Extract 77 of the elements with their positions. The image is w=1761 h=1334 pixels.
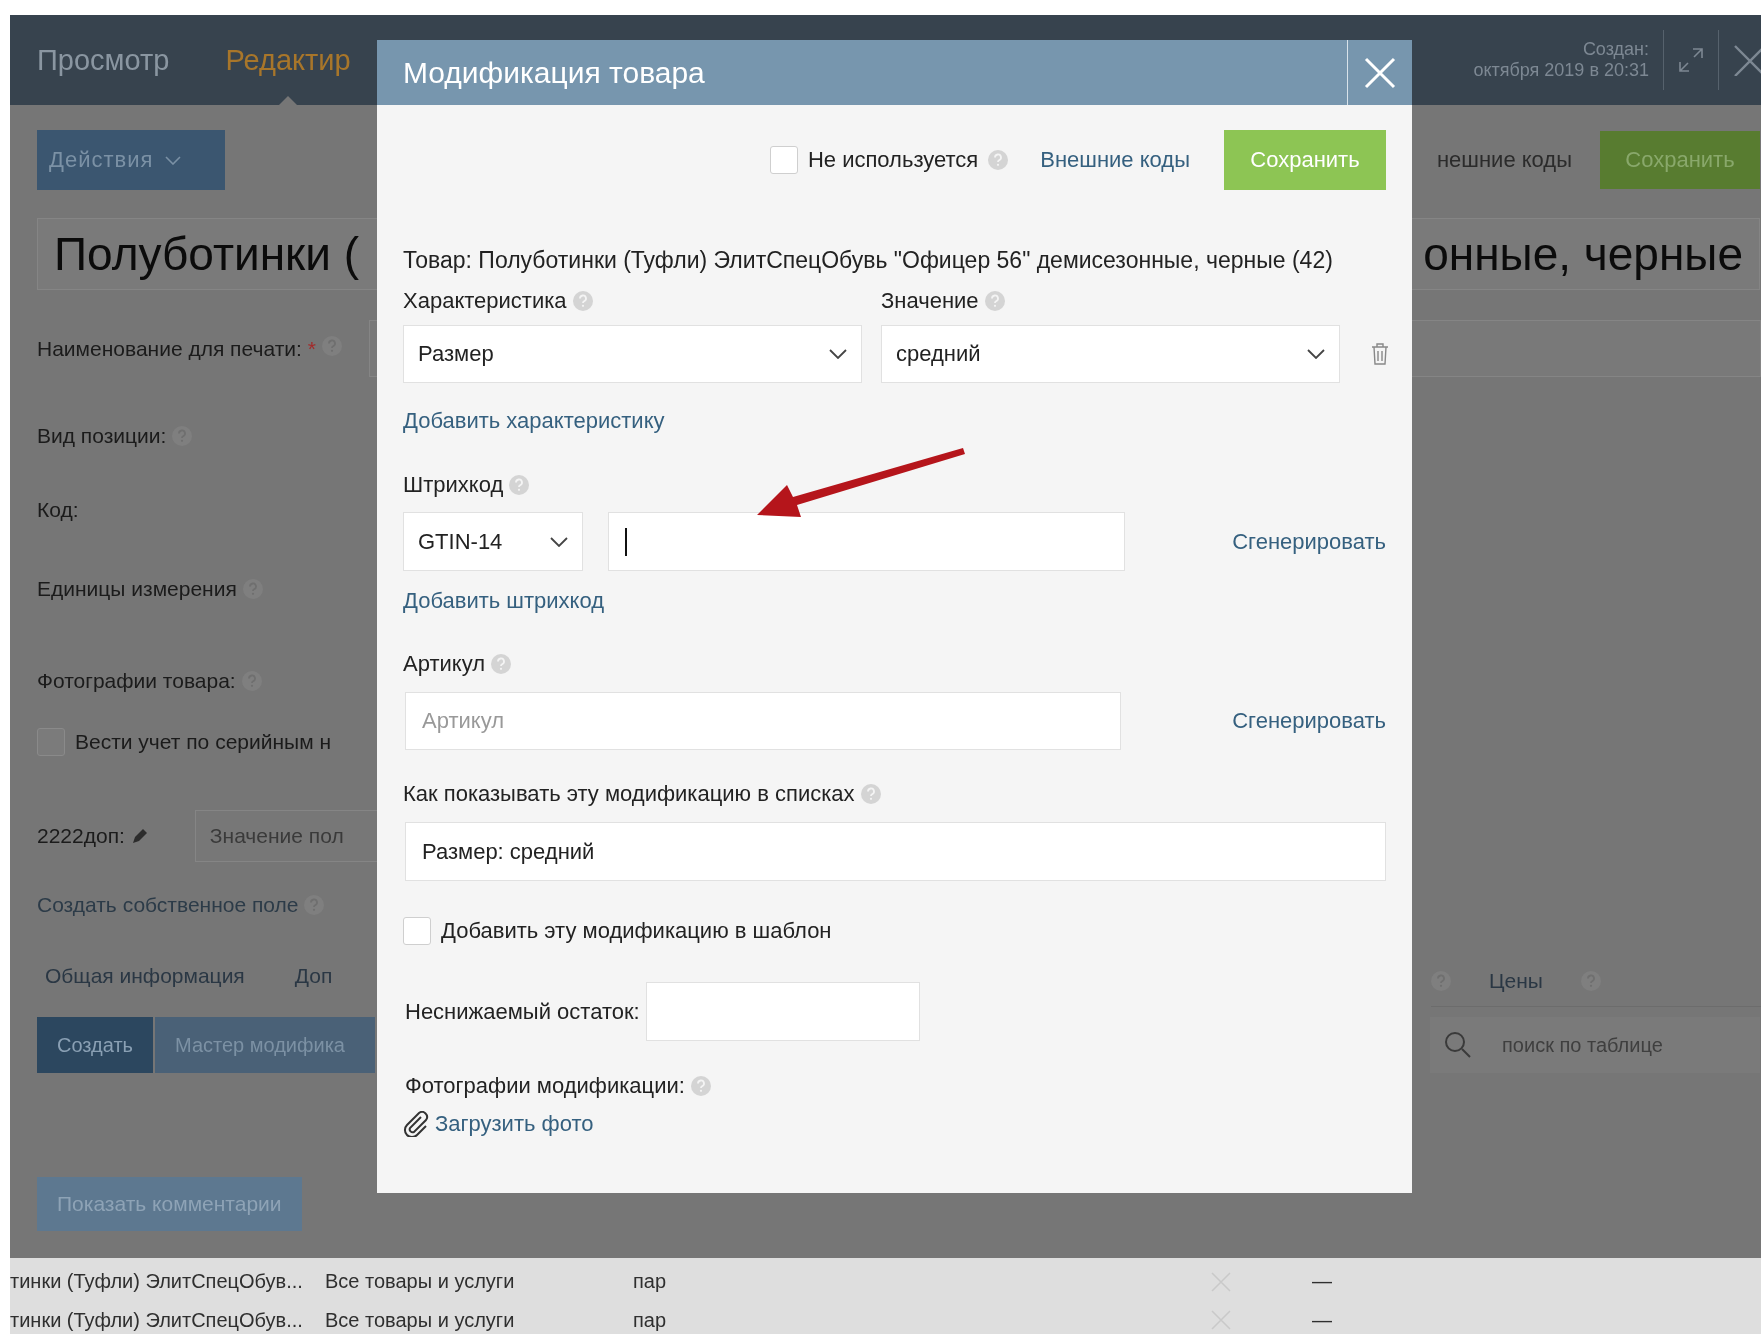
checkbox-label: Добавить эту модификацию в шаблон [441,918,832,944]
search-placeholder: поиск по таблице [1502,1033,1663,1057]
table-cell-text: пар [633,1309,668,1332]
field-label: Фотографии модификации: [405,1073,685,1099]
field-label: Неснижаемый остаток: [405,998,640,1025]
min-stock-input[interactable] [645,982,920,1041]
list-display-input[interactable]: Размер: средний [405,822,1386,881]
field-label: Фотографии товара: [37,669,236,693]
table-cell-text: Все товары и услуги [325,1309,516,1332]
article-input[interactable]: Артикул [405,692,1121,750]
table-cell-text: тинки (Туфли) ЭлитСпецОбув... [10,1270,304,1293]
chevron-down-icon [550,536,568,547]
help-icon[interactable] [509,475,530,495]
field-label: Код: [37,498,79,522]
help-icon[interactable] [988,150,1009,170]
field-label: Как показывать эту модификацию в списках [403,781,855,807]
field-label: Характеристика [403,288,567,314]
help-icon[interactable] [491,654,512,674]
trash-icon[interactable] [1371,342,1389,366]
upload-photo-link[interactable]: Загрузить фото [435,1111,594,1137]
checkbox-label: Вести учет по серийным н [75,730,331,754]
title-text: онные, черные [1423,227,1743,281]
paperclip-icon [403,1111,431,1137]
table-cell: — [1312,1309,1332,1332]
help-icon[interactable] [690,1076,711,1096]
table-cell: — [1312,1270,1332,1293]
required-mark: * [307,337,316,361]
section-tab[interactable]: Цены [1489,968,1543,993]
dialog-title: Модификация товара [402,55,705,90]
create-field-link[interactable]: Создать собственное поле [37,893,299,917]
create-button[interactable]: Создать [37,1017,153,1073]
close-icon[interactable] [1733,44,1761,76]
field-label: Значение [881,288,979,314]
external-codes-link[interactable]: Внешние коды [1040,147,1190,173]
field-label: Вид позиции: [37,424,167,448]
product-name-text: Товар: Полуботинки (Туфли) ЭлитСпецОбувь "Офицер 56" демисезонные, черные (42) [403,246,1334,275]
add-barcode-link[interactable]: Добавить штрихкод [403,588,605,613]
field-label: Наименование для печати: [37,337,302,361]
checkbox[interactable] [403,917,431,945]
barcode-input[interactable] [608,512,1125,571]
title-text: Полуботинки ( [54,227,359,281]
close-icon [1364,56,1396,89]
pencil-icon[interactable] [130,827,149,845]
characteristic-select[interactable]: Размер [403,325,862,383]
field-label: Единицы измерения [37,577,237,601]
checkbox-label: Не используется [807,147,979,173]
help-icon[interactable] [984,291,1005,311]
table-search-field[interactable]: поиск по таблице [1430,1017,1760,1073]
external-codes-link[interactable]: нешние коды [1436,147,1572,173]
section-tab[interactable]: Общая информация [45,964,245,988]
chevron-down-icon [165,155,182,165]
barcode-type-select[interactable]: GTIN-14 [403,512,583,571]
table-cell-text: тинки (Туфли) ЭлитСпецОбув... [10,1309,304,1332]
mode-tab[interactable]: Просмотр [37,15,170,105]
save-button[interactable]: Сохранить [1600,131,1760,189]
help-icon[interactable] [572,291,593,311]
actions-dropdown-button[interactable]: Действия [37,130,225,190]
expand-icon[interactable] [1678,47,1704,73]
table-cell-text: пар [633,1270,668,1293]
search-icon [1444,1031,1472,1059]
chevron-down-icon [1307,349,1325,359]
generate-link[interactable]: Сгенерировать [1232,708,1386,734]
chevron-down-icon [829,349,847,359]
field-label: Артикул [403,651,486,677]
section-tab[interactable]: Доп [294,964,333,988]
field-label: 2222доп: [37,824,125,848]
mode-tab[interactable]: Редактир [225,15,351,105]
save-button[interactable]: Сохранить [1224,130,1386,190]
created-date: октября 2019 в 20:31 [1473,60,1649,81]
value-select[interactable]: средний [881,325,1340,383]
table-cell-text: Все товары и услуги [325,1270,516,1293]
add-characteristic-link[interactable]: Добавить характеристику [403,408,665,433]
checkbox[interactable] [769,146,798,174]
created-label: Создан: [1582,39,1649,60]
field-label: Штрихкод [403,472,504,498]
generate-link[interactable]: Сгенерировать [1232,528,1386,555]
help-icon[interactable] [860,784,881,804]
